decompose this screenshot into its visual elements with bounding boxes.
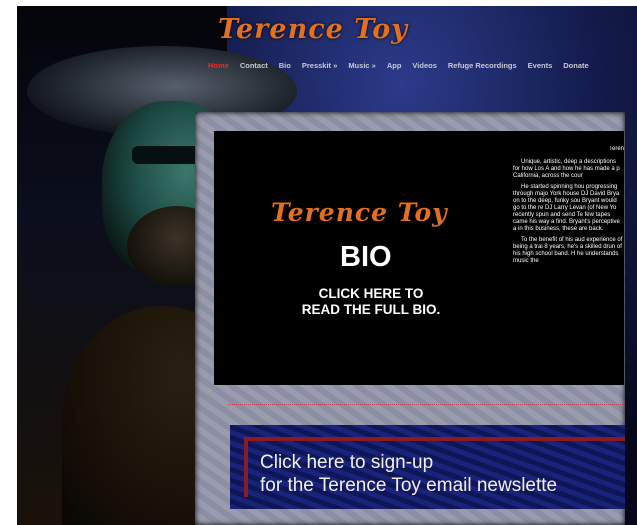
main-nav: Home Contact Bio Presskit » Music » App … <box>208 61 589 70</box>
bio-click-link[interactable]: CLICK HERE TO READ THE FULL BIO. <box>276 286 466 318</box>
newsletter-line2: for the Terence Toy email newslette <box>260 475 558 496</box>
bio-paragraph: Unique, artistic, deep a descriptions fo… <box>513 159 620 179</box>
nav-refuge-recordings[interactable]: Refuge Recordings <box>448 61 517 70</box>
bio-text-excerpt: Teren Unique, artistic, deep a descripti… <box>513 146 624 366</box>
bio-text-title: Teren <box>608 146 624 152</box>
bio-click-line2: READ THE FULL BIO. <box>301 302 441 317</box>
bio-title: BIO <box>340 241 392 273</box>
nav-presskit[interactable]: Presskit » <box>302 61 337 70</box>
bio-paragraph: To the benefit of his aud experience of … <box>513 237 623 264</box>
section-divider <box>228 404 625 406</box>
bio-click-line1: CLICK HERE TO <box>318 286 424 301</box>
bio-paragraph: He started spinning hou progressing thro… <box>513 184 620 232</box>
nav-videos[interactable]: Videos <box>412 61 436 70</box>
nav-donate[interactable]: Donate <box>563 61 588 70</box>
sunglasses-image <box>132 146 202 164</box>
nav-app[interactable]: App <box>387 61 402 70</box>
nav-bio[interactable]: Bio <box>279 61 291 70</box>
nav-home[interactable]: Home <box>208 61 229 70</box>
newsletter-line1: Click here to sign-up <box>260 452 434 473</box>
nav-music[interactable]: Music » <box>348 61 376 70</box>
bio-logo: Terence Toy <box>271 198 448 227</box>
newsletter-signup-link[interactable]: Click here to sign-up for the Terence To… <box>260 451 557 497</box>
nav-contact[interactable]: Contact <box>240 61 268 70</box>
nav-events[interactable]: Events <box>528 61 553 70</box>
site-logo[interactable]: Terence Toy <box>218 14 408 45</box>
newsletter-bar-side <box>244 437 248 497</box>
newsletter-bar-top <box>244 437 625 441</box>
